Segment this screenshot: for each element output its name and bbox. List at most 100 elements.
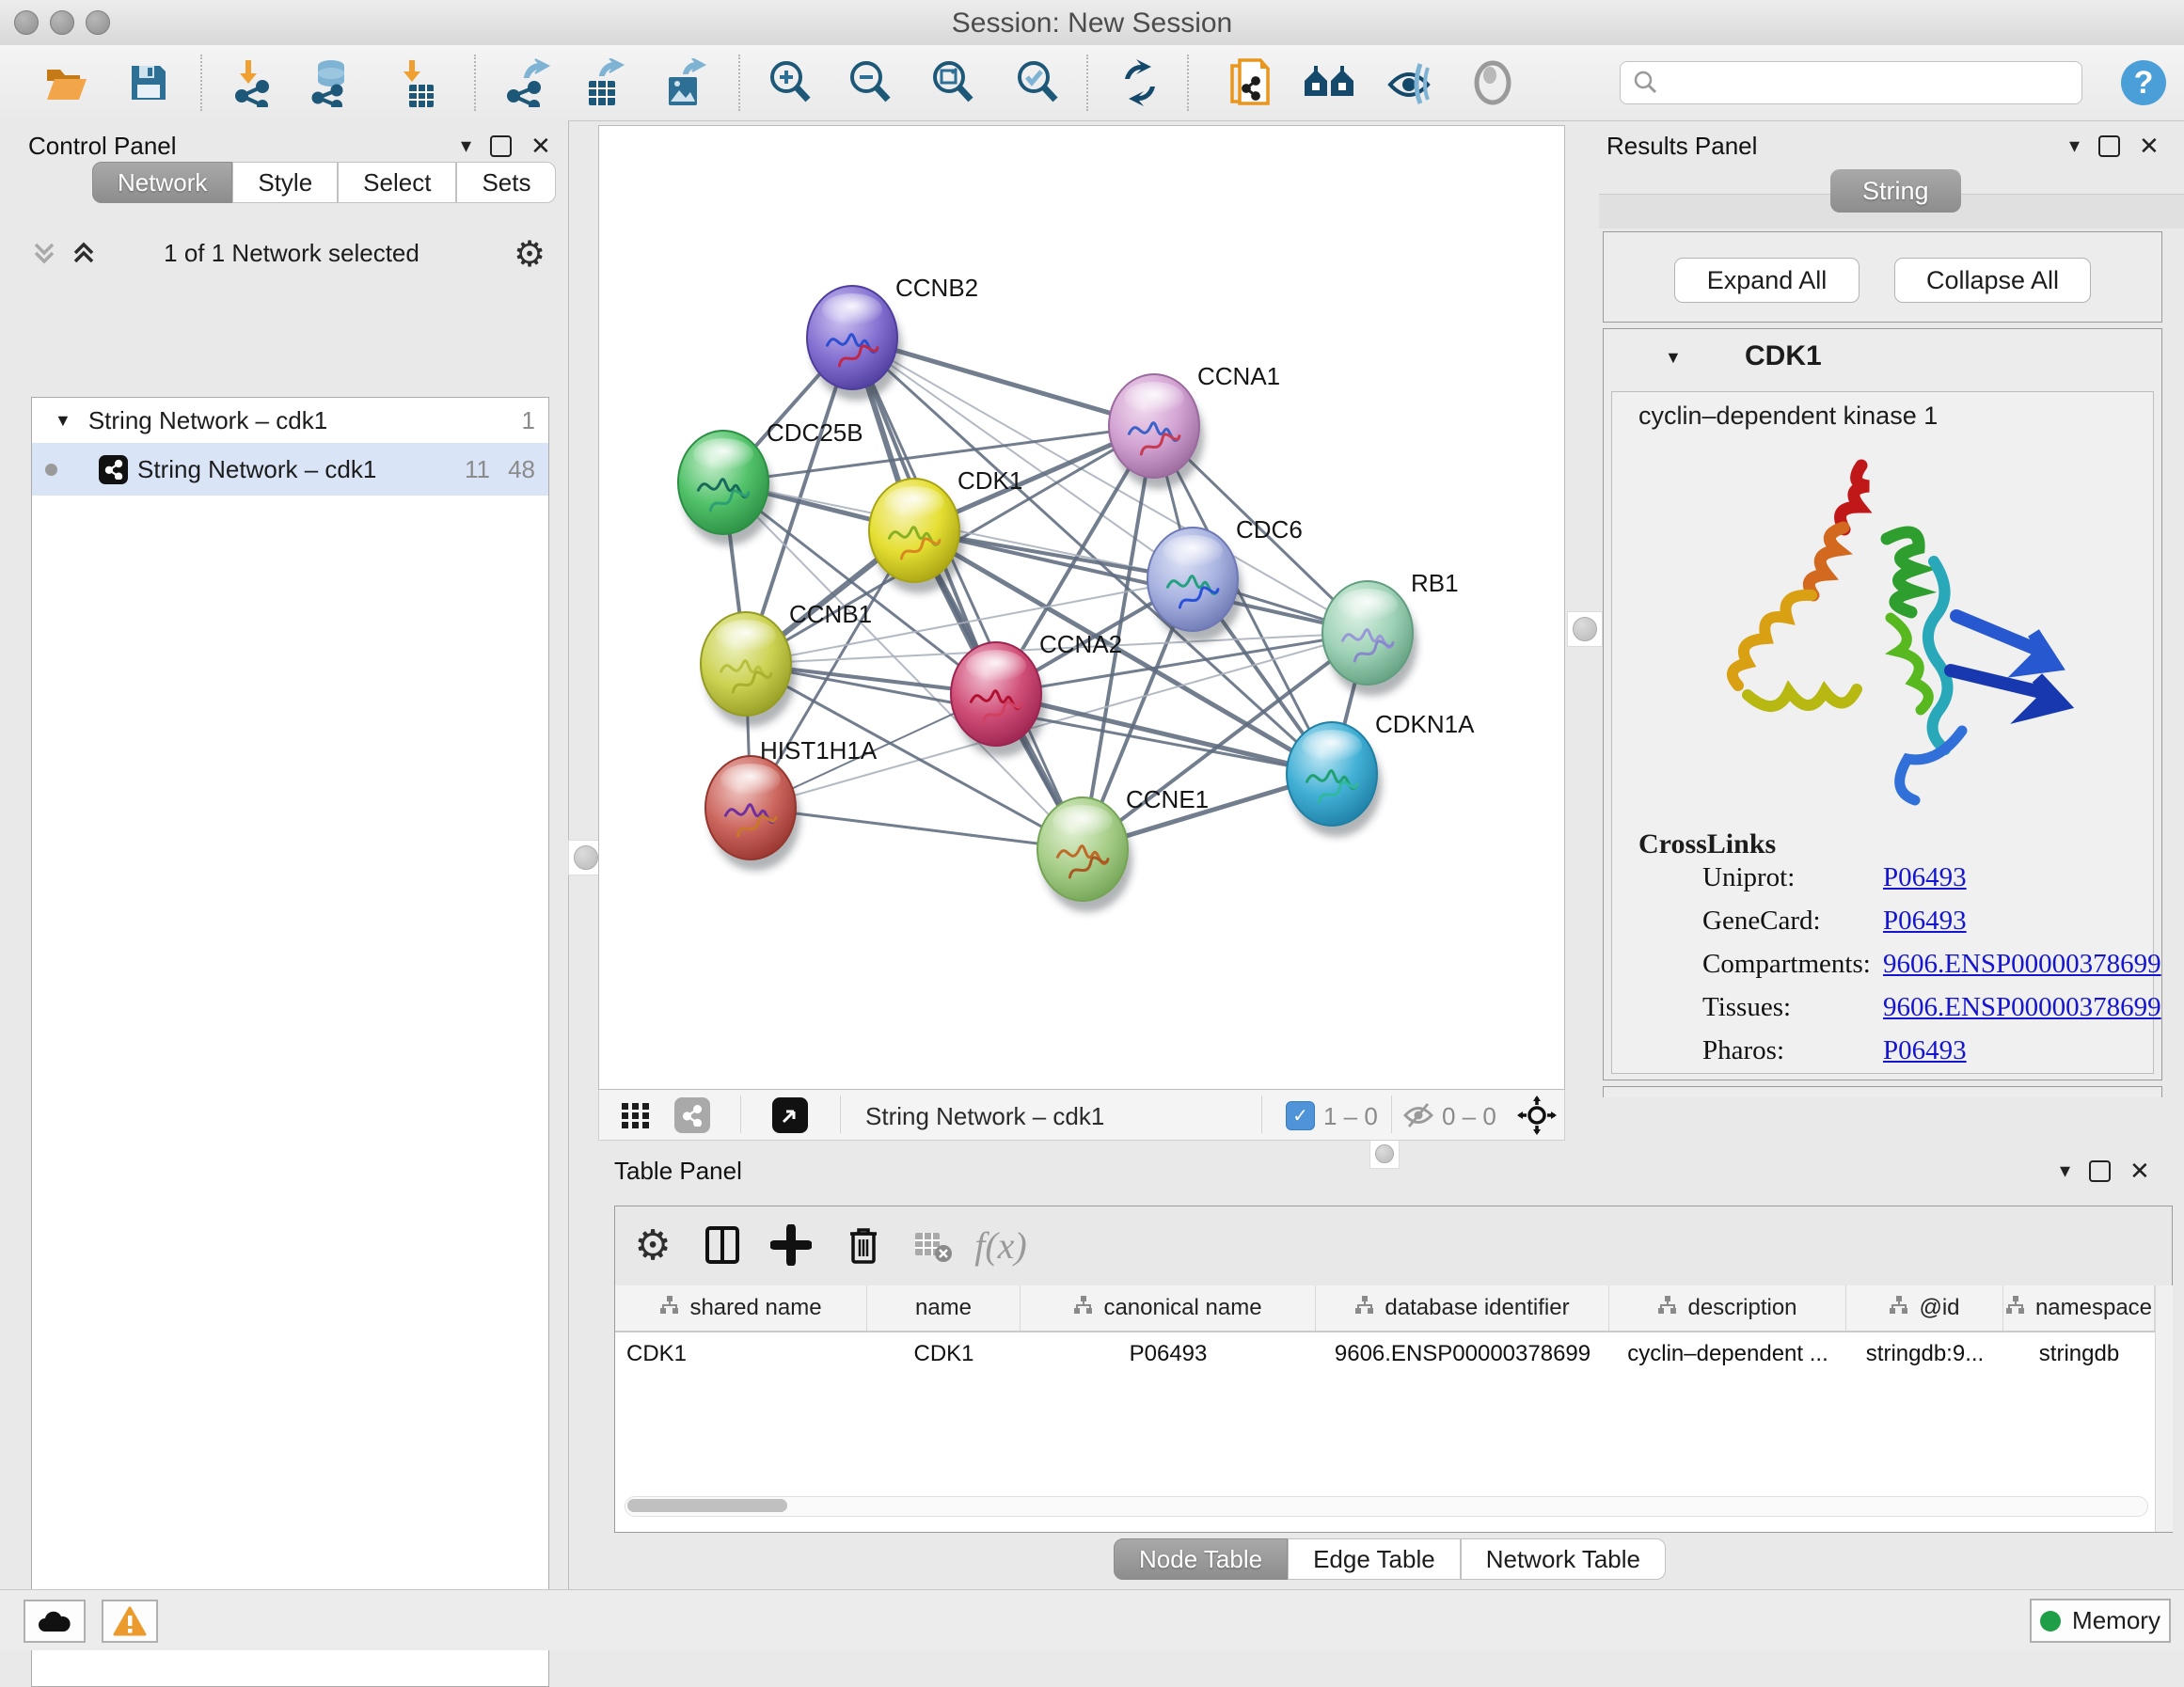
zoom-selected-icon[interactable]	[1011, 56, 1064, 109]
expand-all-button[interactable]: Expand All	[1674, 258, 1860, 303]
string-network-graph[interactable]: CCNB2CCNA1CDC25BCDK1CDC6RB1CCNB1CCNA2CDK…	[599, 126, 1566, 1091]
crosslink-link[interactable]: P06493	[1883, 862, 1967, 893]
function-builder-icon: f(x)	[971, 1215, 1031, 1275]
crosslink-label: Compartments:	[1702, 949, 1871, 980]
search-field[interactable]	[1620, 61, 2082, 104]
open-session-icon[interactable]	[40, 56, 92, 109]
close-panel-icon[interactable]: ✕	[2139, 134, 2160, 158]
table-cell[interactable]: CDK1	[867, 1332, 1021, 1376]
table-cell[interactable]: CDK1	[615, 1332, 867, 1376]
table-cell[interactable]: cyclin–dependent ...	[1609, 1332, 1846, 1376]
right-splitter-handle[interactable]	[1567, 611, 1603, 647]
table-cell[interactable]: P06493	[1021, 1332, 1316, 1376]
toolbar-separator	[738, 55, 740, 111]
tab-sets[interactable]: Sets	[456, 162, 556, 203]
expand-all-icon[interactable]	[68, 237, 100, 274]
column-header-canonical-name[interactable]: canonical name	[1021, 1285, 1316, 1331]
search-input[interactable]	[1668, 69, 2081, 97]
scrollbar-thumb[interactable]	[627, 1499, 787, 1512]
import-network-file-icon[interactable]	[229, 56, 281, 109]
edge-HIST1H1A-CCNE1[interactable]	[751, 808, 1083, 849]
edge-CCNB2-CCNE1[interactable]	[852, 338, 1083, 849]
help-icon[interactable]: ?	[2117, 56, 2170, 109]
export-network-icon[interactable]	[500, 56, 553, 109]
crosslinks-title: CrossLinks	[1638, 828, 1776, 860]
table-horizontal-scrollbar[interactable]	[625, 1496, 2148, 1517]
tab-edge-table[interactable]: Edge Table	[1288, 1538, 1461, 1580]
export-table-icon[interactable]	[576, 56, 628, 109]
collapse-all-icon[interactable]	[28, 237, 60, 274]
collapse-all-button[interactable]: Collapse All	[1894, 258, 2091, 303]
tab-string[interactable]: String	[1830, 169, 1961, 213]
table-cell[interactable]: 9606.ENSP00000378699	[1316, 1332, 1609, 1376]
crosslink-link[interactable]: P06493	[1883, 906, 1967, 937]
float-panel-icon[interactable]	[2098, 135, 2120, 157]
zoom-in-icon[interactable]	[764, 56, 816, 109]
network-canvas[interactable]: CCNB2CCNA1CDC25BCDK1CDC6RB1CCNB1CCNA2CDK…	[598, 125, 1565, 1090]
tab-network[interactable]: Network	[92, 162, 232, 203]
toolbar-separator	[474, 55, 476, 111]
add-column-icon[interactable]	[761, 1215, 821, 1275]
grid-view-icon[interactable]	[620, 1099, 652, 1136]
zoom-out-icon[interactable]	[844, 56, 896, 109]
selected-checkbox-icon[interactable]: ✓	[1286, 1101, 1315, 1130]
table-settings-gear-icon[interactable]: ⚙	[623, 1215, 683, 1275]
table-row[interactable]: CDK1CDK1P064939606.ENSP00000378699cyclin…	[615, 1332, 2155, 1376]
column-header-description[interactable]: description	[1609, 1285, 1846, 1331]
import-table-file-icon[interactable]	[392, 56, 445, 109]
string-home-icon[interactable]	[1303, 56, 1355, 109]
memory-button[interactable]: Memory	[2030, 1599, 2171, 1643]
hide-eye-icon[interactable]	[1385, 56, 1437, 109]
column-header-name[interactable]: name	[867, 1285, 1021, 1331]
network-options-gear-icon[interactable]: ⚙	[514, 233, 546, 276]
collapse-panel-icon[interactable]: ▾	[2069, 135, 2080, 156]
edge-CDK1-RB1[interactable]	[914, 530, 1368, 633]
close-panel-icon[interactable]: ✕	[530, 134, 551, 158]
network-overview-share-icon[interactable]	[674, 1097, 710, 1133]
table-cell[interactable]: stringdb:9...	[1846, 1332, 2003, 1376]
network-collection-row[interactable]: ▼ String Network – cdk1 1	[32, 398, 548, 443]
column-header-database-identifier[interactable]: database identifier	[1316, 1285, 1609, 1331]
tab-select[interactable]: Select	[338, 162, 456, 203]
birdseye-icon[interactable]	[1466, 56, 1519, 109]
node-label-CCNB2: CCNB2	[895, 274, 978, 302]
float-panel-icon[interactable]	[490, 135, 512, 157]
hidden-eye-slash-icon	[1402, 1101, 1434, 1134]
card-expander-icon[interactable]: ▼	[1665, 348, 1682, 368]
warning-button[interactable]	[102, 1600, 158, 1643]
node-label-HIST1H1A: HIST1H1A	[760, 736, 878, 765]
cloud-button[interactable]	[24, 1600, 86, 1643]
tab-network-table[interactable]: Network Table	[1461, 1538, 1666, 1580]
export-image-icon[interactable]	[657, 56, 710, 109]
tree-expander-icon[interactable]: ▼	[55, 411, 71, 431]
column-header--id[interactable]: @id	[1846, 1285, 2003, 1331]
collapse-panel-icon[interactable]: ▾	[2060, 1160, 2070, 1181]
column-header-namespace[interactable]: namespace	[2003, 1285, 2155, 1331]
table-header-row[interactable]: shared namenamecanonical namedatabase id…	[615, 1285, 2155, 1332]
open-in-window-icon[interactable]	[772, 1097, 808, 1133]
close-panel-icon[interactable]: ✕	[2129, 1159, 2150, 1183]
show-columns-icon[interactable]	[692, 1215, 752, 1275]
tab-node-table[interactable]: Node Table	[1114, 1538, 1288, 1580]
crosslink-link[interactable]: P06493	[1883, 1035, 1967, 1066]
share-document-icon[interactable]	[1225, 56, 1277, 109]
refresh-icon[interactable]	[1114, 56, 1166, 109]
fit-selected-crosshair-icon[interactable]	[1517, 1096, 1557, 1140]
table-vertical-scrollbar[interactable]	[2155, 1285, 2173, 1532]
table-cell[interactable]: stringdb	[2003, 1332, 2155, 1376]
save-session-icon[interactable]	[122, 56, 175, 109]
svg-text:?: ?	[2134, 65, 2154, 101]
node-label-RB1: RB1	[1411, 569, 1459, 597]
node-label-CDC6: CDC6	[1236, 515, 1303, 544]
float-panel-icon[interactable]	[2089, 1160, 2111, 1182]
column-header-shared-name[interactable]: shared name	[615, 1285, 867, 1331]
import-network-database-icon[interactable]	[305, 56, 357, 109]
tab-style[interactable]: Style	[232, 162, 338, 203]
crosslink-link[interactable]: 9606.ENSP00000378699	[1883, 992, 2161, 1023]
shared-column-icon	[1354, 1295, 1375, 1322]
collapse-panel-icon[interactable]: ▾	[461, 135, 471, 156]
crosslink-link[interactable]: 9606.ENSP00000378699	[1883, 949, 2161, 980]
zoom-fit-icon[interactable]	[926, 56, 979, 109]
delete-column-icon[interactable]	[833, 1215, 894, 1275]
network-row-selected[interactable]: String Network – cdk1 11 48	[32, 443, 548, 496]
